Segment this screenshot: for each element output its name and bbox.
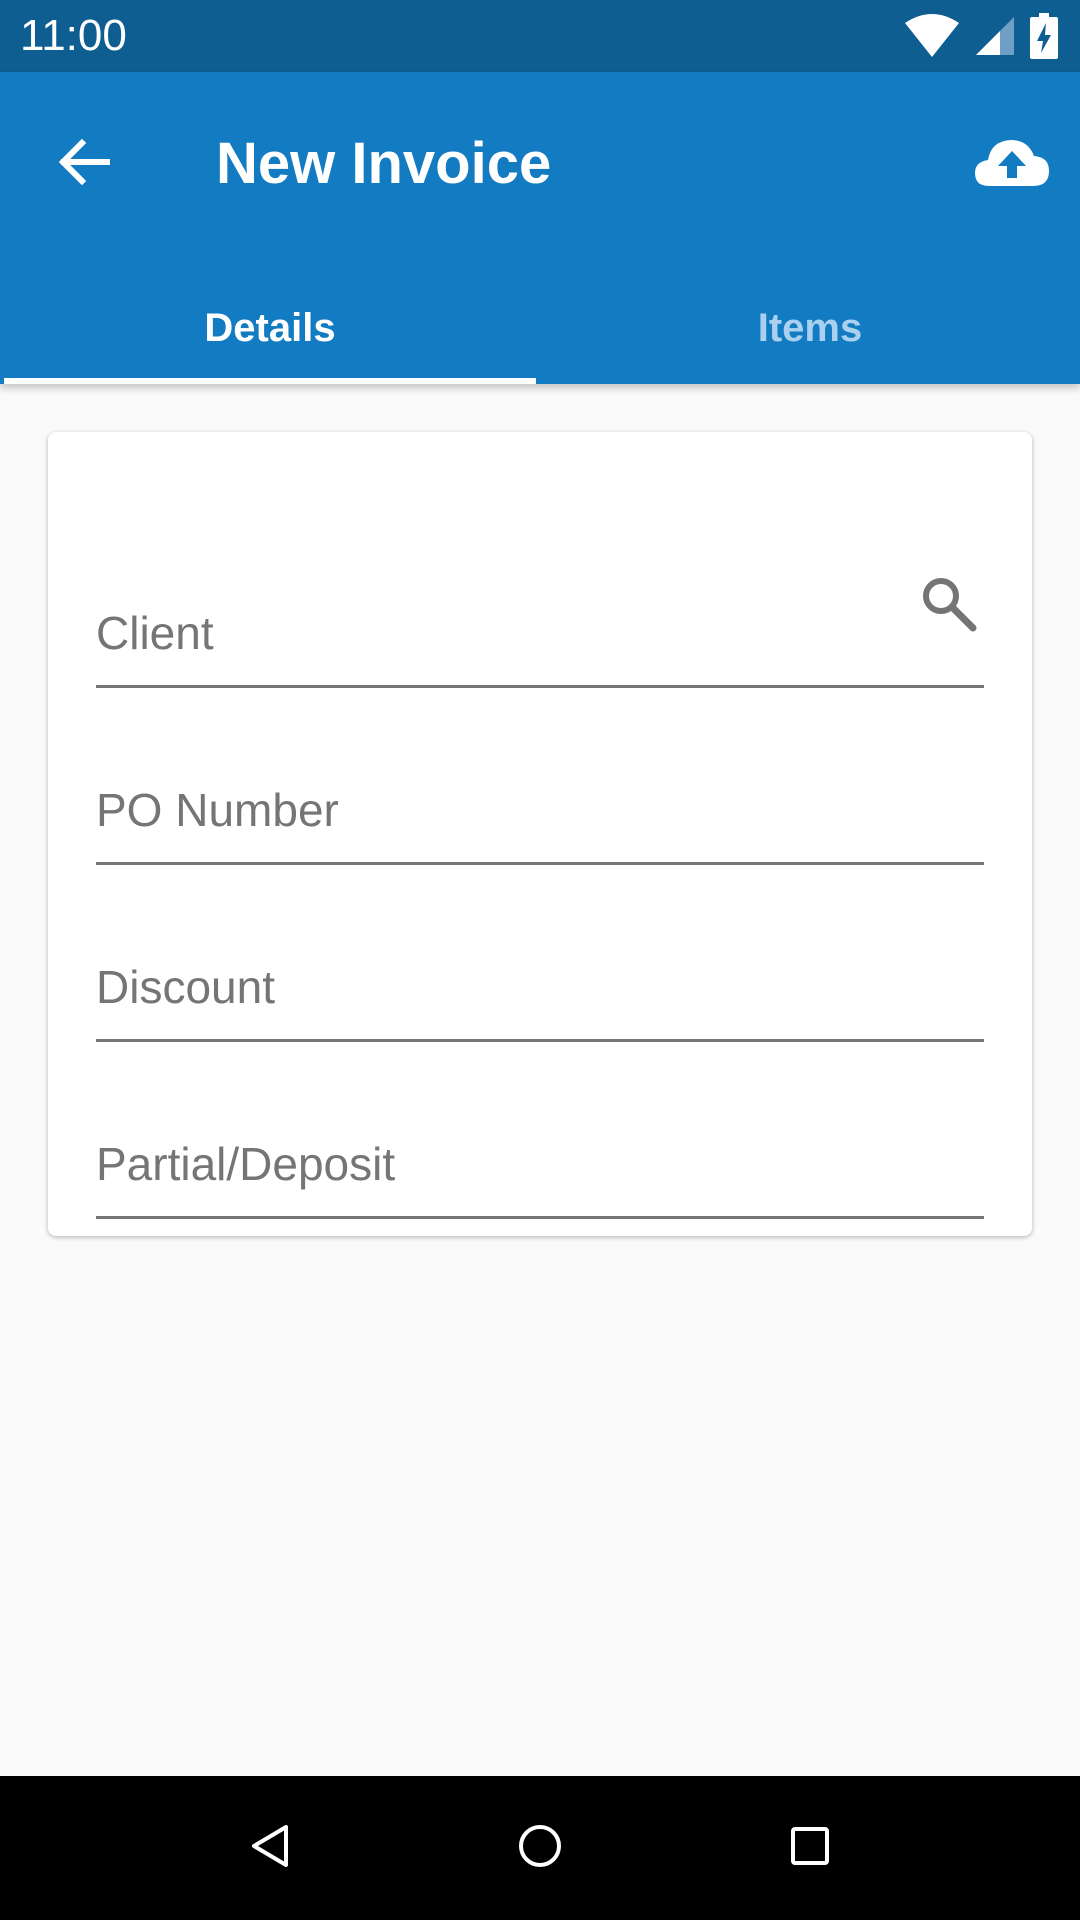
tab-indicator [4, 378, 536, 384]
status-time: 11:00 [20, 11, 127, 60]
po-number-input[interactable] [96, 770, 916, 850]
details-card [48, 432, 1032, 1236]
upload-button[interactable] [962, 116, 1062, 212]
discount-input[interactable] [96, 947, 916, 1027]
status-bar: 11:00 [0, 0, 1080, 72]
recents-square-icon [790, 1826, 830, 1871]
back-triangle-icon [250, 1824, 290, 1873]
arrow-back-icon [58, 138, 111, 191]
tab-items[interactable]: Items [540, 272, 1080, 384]
nav-home-button[interactable] [500, 1808, 580, 1888]
tab-bar: Details Items [0, 272, 1080, 384]
nav-recents-button[interactable] [770, 1808, 850, 1888]
tab-label: Items [757, 305, 863, 350]
system-nav-bar [0, 1776, 1080, 1920]
client-input[interactable] [96, 593, 916, 673]
cell-signal-icon [974, 15, 1016, 57]
page-title: New Invoice [216, 131, 552, 196]
battery-charging-icon [1030, 13, 1058, 59]
partial-deposit-input[interactable] [96, 1124, 916, 1204]
partial-deposit-field [96, 1041, 984, 1219]
home-circle-icon [517, 1823, 563, 1874]
po-number-field [96, 687, 984, 865]
search-icon [919, 574, 977, 637]
tab-label: Details [204, 305, 336, 350]
status-icons [904, 12, 1058, 60]
client-search-button[interactable] [912, 569, 984, 641]
discount-field [96, 864, 984, 1042]
wifi-icon [904, 13, 960, 59]
back-button[interactable] [40, 120, 128, 208]
cloud-upload-icon [975, 137, 1049, 192]
app-bar: New Invoice Details Items [0, 72, 1080, 384]
nav-back-button[interactable] [230, 1808, 310, 1888]
client-field [96, 510, 984, 688]
tab-details[interactable]: Details [0, 272, 540, 384]
